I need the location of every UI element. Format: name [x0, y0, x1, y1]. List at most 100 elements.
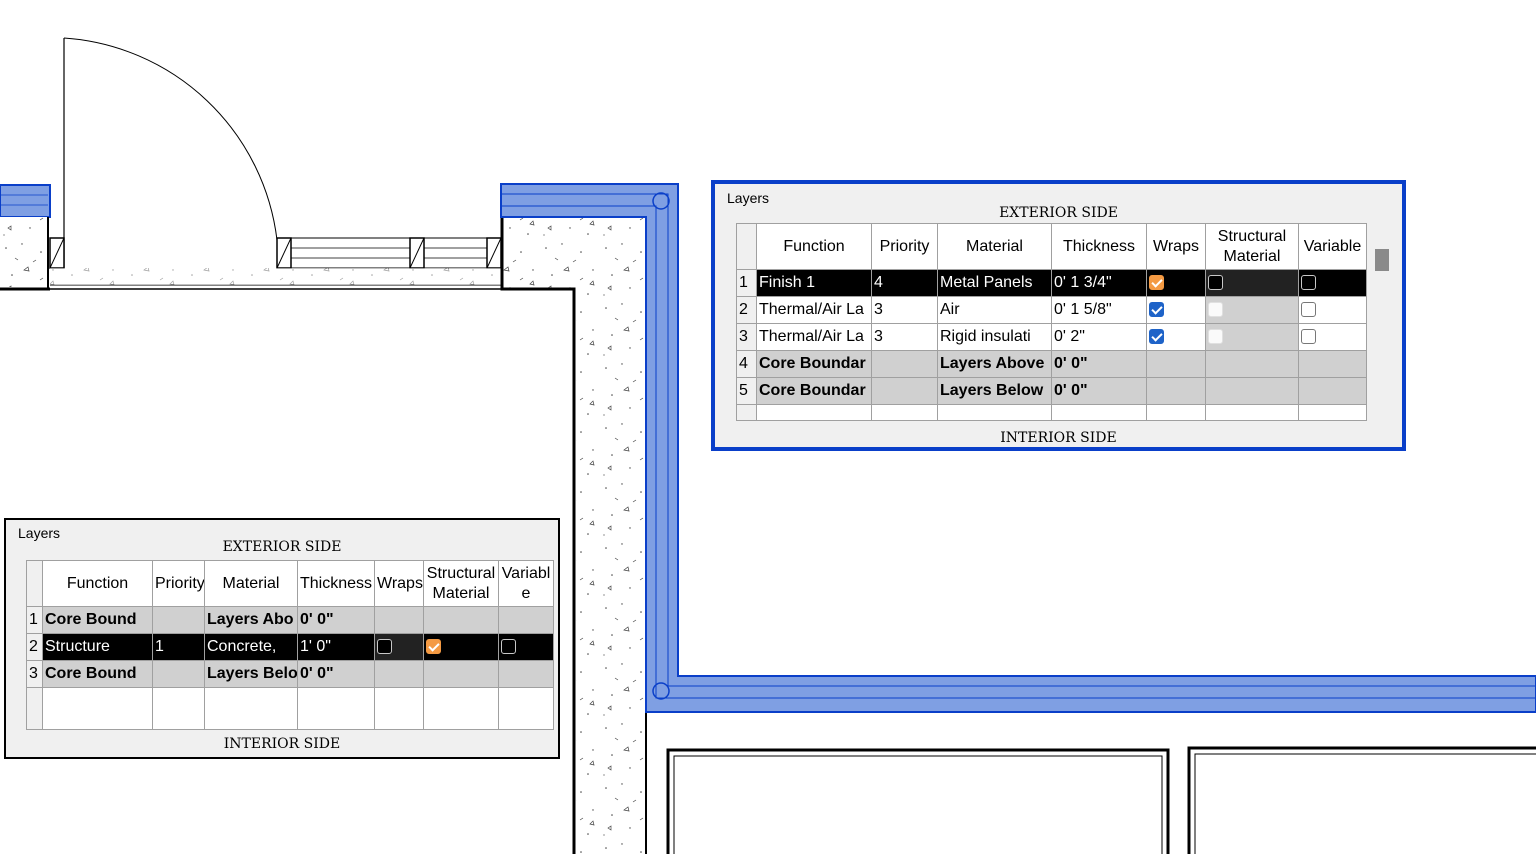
variable-checkbox[interactable]: [501, 639, 516, 655]
structural-material-cell: [1205, 296, 1299, 324]
material-cell[interactable]: Concrete,: [204, 633, 298, 661]
function-cell[interactable]: Thermal/Air La: [756, 296, 872, 324]
table-row[interactable]: [736, 404, 1367, 421]
thickness-cell[interactable]: 0' 1 3/4": [1051, 269, 1147, 297]
variable-cell: [1298, 377, 1367, 405]
variable-checkbox[interactable]: [1301, 302, 1316, 318]
priority-cell[interactable]: [152, 660, 205, 688]
row-header-corner: [736, 223, 757, 270]
variable-checkbox[interactable]: [1301, 329, 1316, 345]
table-row[interactable]: 2 Thermal/Air La 3 Air 0' 1 5/8": [736, 296, 1367, 324]
layers-table: Function Priority Material Thickness Wra…: [26, 560, 554, 730]
wraps-checkbox[interactable]: [1149, 302, 1164, 318]
wraps-cell: [374, 606, 424, 634]
door[interactable]: [49, 37, 278, 269]
variable-checkbox[interactable]: [1301, 275, 1316, 291]
material-cell[interactable]: Metal Panels: [937, 269, 1052, 297]
column-header-priority[interactable]: Priority: [871, 223, 938, 270]
variable-cell: [498, 606, 554, 634]
column-header-structural-material[interactable]: Structural Material: [1205, 223, 1299, 270]
column-header-thickness[interactable]: Thickness: [297, 560, 375, 607]
priority-cell[interactable]: [871, 350, 938, 378]
function-cell[interactable]: Core Boundar: [756, 377, 872, 405]
layers-panel-curtain-wall: Layers EXTERIOR SIDE Function Priority M…: [711, 180, 1406, 451]
table-row[interactable]: 3 Thermal/Air La 3 Rigid insulati 0' 2": [736, 323, 1367, 351]
exterior-side-label: EXTERIOR SIDE: [222, 539, 342, 555]
thickness-cell[interactable]: 0' 0": [297, 606, 375, 634]
function-cell[interactable]: Core Bound: [42, 606, 153, 634]
wraps-checkbox[interactable]: [377, 639, 392, 655]
material-cell[interactable]: Layers Belo: [204, 660, 298, 688]
interior-room-right[interactable]: [1187, 746, 1536, 854]
layers-table: Function Priority Material Thickness Wra…: [736, 223, 1367, 421]
table-row[interactable]: 3 Core Bound Layers Belo 0' 0": [26, 660, 554, 688]
variable-cell: [1298, 269, 1367, 297]
wraps-checkbox[interactable]: [1149, 275, 1164, 291]
column-header-thickness[interactable]: Thickness: [1051, 223, 1147, 270]
material-cell[interactable]: Rigid insulati: [937, 323, 1052, 351]
column-header-variable[interactable]: Variable: [1298, 223, 1367, 270]
exterior-side-label: EXTERIOR SIDE: [999, 205, 1118, 221]
table-row[interactable]: 1 Finish 1 4 Metal Panels 0' 1 3/4": [736, 269, 1367, 297]
thickness-cell[interactable]: 0' 0": [1051, 377, 1147, 405]
wall-left-segment[interactable]: [0, 184, 51, 291]
priority-cell[interactable]: 1: [152, 633, 205, 661]
row-number[interactable]: 2: [26, 633, 43, 661]
function-cell[interactable]: Finish 1: [756, 269, 872, 297]
thickness-cell[interactable]: 0' 0": [1051, 350, 1147, 378]
function-cell[interactable]: Core Boundar: [756, 350, 872, 378]
column-header-variable[interactable]: Variabl e: [498, 560, 554, 607]
variable-cell: [1298, 296, 1367, 324]
column-header-structural-material[interactable]: Structural Material: [423, 560, 499, 607]
window[interactable]: [276, 237, 502, 269]
structural-material-cell: [1205, 377, 1299, 405]
material-cell[interactable]: Layers Below: [937, 377, 1052, 405]
priority-cell[interactable]: 3: [871, 323, 938, 351]
function-cell[interactable]: Structure: [42, 633, 153, 661]
material-cell[interactable]: Layers Above: [937, 350, 1052, 378]
table-row[interactable]: 1 Core Bound Layers Abo 0' 0": [26, 606, 554, 634]
function-cell[interactable]: Thermal/Air La: [756, 323, 872, 351]
row-number[interactable]: 5: [736, 377, 757, 405]
row-number[interactable]: 4: [736, 350, 757, 378]
thickness-cell[interactable]: 0' 0": [297, 660, 375, 688]
column-header-function[interactable]: Function: [756, 223, 872, 270]
variable-cell: [498, 660, 554, 688]
interior-side-label: INTERIOR SIDE: [223, 736, 341, 752]
interior-room-left[interactable]: [666, 748, 1170, 854]
structural-material-cell: [1205, 269, 1299, 297]
row-number[interactable]: 1: [26, 606, 43, 634]
wraps-checkbox[interactable]: [1149, 329, 1164, 345]
column-header-material[interactable]: Material: [937, 223, 1052, 270]
column-header-priority[interactable]: Priority: [152, 560, 205, 607]
thickness-cell[interactable]: 0' 1 5/8": [1051, 296, 1147, 324]
column-header-wraps[interactable]: Wraps: [374, 560, 424, 607]
column-header-function[interactable]: Function: [42, 560, 153, 607]
function-cell[interactable]: Core Bound: [42, 660, 153, 688]
wraps-cell: [1146, 350, 1206, 378]
thickness-cell[interactable]: 0' 2": [1051, 323, 1147, 351]
priority-cell[interactable]: [152, 606, 205, 634]
row-number[interactable]: 1: [736, 269, 757, 297]
row-number[interactable]: 2: [736, 296, 757, 324]
priority-cell[interactable]: 3: [871, 296, 938, 324]
thickness-cell[interactable]: 1' 0": [297, 633, 375, 661]
table-row[interactable]: 4 Core Boundar Layers Above 0' 0": [736, 350, 1367, 378]
structural-material-checkbox[interactable]: [426, 639, 441, 655]
structural-material-cell: [1205, 323, 1299, 351]
priority-cell[interactable]: 4: [871, 269, 938, 297]
variable-cell: [498, 633, 554, 661]
table-row[interactable]: 5 Core Boundar Layers Below 0' 0": [736, 377, 1367, 405]
table-row[interactable]: 2 Structure 1 Concrete, 1' 0": [26, 633, 554, 661]
structural-material-checkbox[interactable]: [1208, 275, 1223, 291]
scrollbar-thumb[interactable]: [1375, 249, 1389, 271]
structural-material-cell: [423, 606, 499, 634]
column-header-wraps[interactable]: Wraps: [1146, 223, 1206, 270]
table-row[interactable]: [26, 687, 554, 730]
row-number[interactable]: 3: [26, 660, 43, 688]
material-cell[interactable]: Air: [937, 296, 1052, 324]
priority-cell[interactable]: [871, 377, 938, 405]
column-header-material[interactable]: Material: [204, 560, 298, 607]
row-number[interactable]: 3: [736, 323, 757, 351]
material-cell[interactable]: Layers Abo: [204, 606, 298, 634]
